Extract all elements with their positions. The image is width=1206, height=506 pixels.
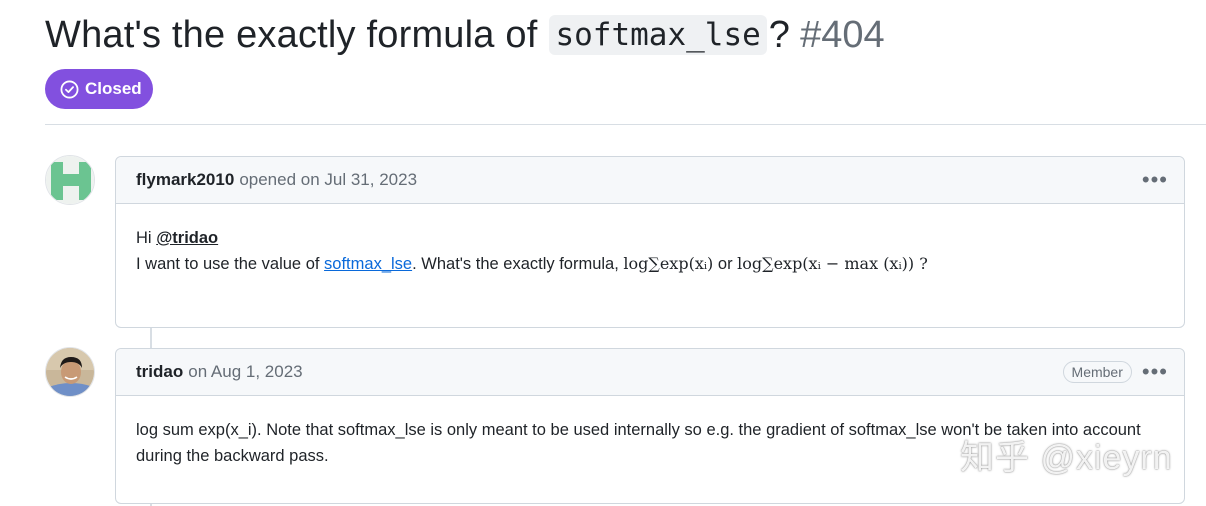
comment-actions-icon[interactable]: •••: [1142, 361, 1168, 383]
header-divider: [45, 124, 1206, 125]
mention-link[interactable]: @tridao: [156, 229, 218, 247]
comment-card: flymark2010 opened on Jul 31, 2023 ••• H…: [115, 156, 1185, 328]
comment-meta[interactable]: on Aug 1, 2023: [188, 362, 302, 382]
comment-header: flymark2010 opened on Jul 31, 2023 •••: [116, 157, 1184, 204]
comment-body: Hi @tridao I want to use the value of so…: [116, 204, 1184, 277]
issue-title: What's the exactly formula of softmax_ls…: [45, 10, 885, 60]
comment-author[interactable]: tridao: [136, 362, 183, 382]
comment-line-1: Hi @tridao: [136, 225, 1164, 251]
formula-or-text: or: [717, 255, 733, 273]
avatar-flymark2010[interactable]: [45, 155, 95, 205]
timeline-connector: [150, 327, 152, 349]
comment-card: tridao on Aug 1, 2023 Member ••• log sum…: [115, 348, 1185, 504]
comment-header: tridao on Aug 1, 2023 Member •••: [116, 349, 1184, 396]
identicon-avatar: [46, 156, 94, 204]
state-label: Closed: [85, 79, 142, 98]
member-badge: Member: [1062, 361, 1132, 383]
comment-line-2: I want to use the value of softmax_lse. …: [136, 251, 1164, 277]
formula-log-sum-exp: log∑exp(xᵢ): [623, 254, 714, 273]
comment-author[interactable]: flymark2010: [136, 170, 234, 190]
formula-log-sum-exp-max: log∑exp(xᵢ − max (xᵢ)) ?: [737, 254, 928, 273]
issue-title-text: What's the exactly formula of: [45, 13, 538, 56]
issue-title-code: softmax_lse: [549, 15, 767, 55]
comment-actions-icon[interactable]: •••: [1142, 169, 1168, 191]
greeting-text: Hi: [136, 229, 152, 247]
body-text: . What's the exactly formula,: [412, 255, 619, 273]
issue-number: #404: [800, 13, 885, 56]
closed-state-badge: Closed: [45, 69, 153, 109]
issue-title-suffix: ?: [768, 13, 791, 56]
user-photo-avatar: [46, 348, 94, 396]
check-circle-icon: [60, 80, 79, 98]
avatar-tridao[interactable]: [45, 347, 95, 397]
body-text: I want to use the value of: [136, 255, 320, 273]
zhihu-watermark: 知乎 @xieyrn: [960, 439, 1173, 477]
comment-meta[interactable]: opened on Jul 31, 2023: [239, 170, 417, 190]
softmax-lse-link[interactable]: softmax_lse: [324, 255, 412, 273]
